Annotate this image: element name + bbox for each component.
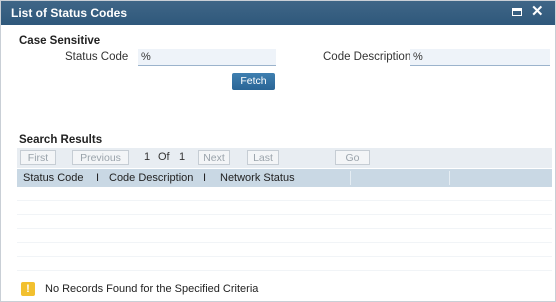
go-button[interactable]: Go xyxy=(335,150,370,165)
results-grid xyxy=(17,187,552,271)
status-codes-window: List of Status Codes ✕ Case Sensitive St… xyxy=(0,0,556,302)
column-header-status-code[interactable]: Status Code xyxy=(23,172,84,184)
total-pages: 1 xyxy=(179,151,186,163)
status-message: No Records Found for the Specified Crite… xyxy=(45,283,259,295)
maximize-icon[interactable] xyxy=(512,8,522,16)
column-separator xyxy=(350,171,351,185)
warning-icon: ! xyxy=(21,282,35,296)
section-title: Search Results xyxy=(19,134,103,146)
close-icon[interactable]: ✕ xyxy=(531,4,544,20)
current-page: 1 xyxy=(144,151,151,163)
fetch-button[interactable]: Fetch xyxy=(232,73,275,90)
next-page-button[interactable]: Next xyxy=(198,150,230,165)
status-bar: ! No Records Found for the Specified Cri… xyxy=(17,279,552,299)
of-label: Of xyxy=(158,151,170,163)
title-bar: List of Status Codes ✕ xyxy=(1,1,555,25)
last-page-button[interactable]: Last xyxy=(247,150,279,165)
status-code-label: Status Code xyxy=(65,51,129,63)
section-title: Case Sensitive xyxy=(19,35,101,47)
results-header-row: Status Code I Code Description I Network… xyxy=(17,169,552,187)
column-separator xyxy=(449,171,450,185)
code-description-label: Code Description xyxy=(323,51,412,63)
first-page-button[interactable]: First xyxy=(20,150,56,165)
previous-page-button[interactable]: Previous xyxy=(72,150,129,165)
status-code-input[interactable] xyxy=(138,49,276,66)
code-description-input[interactable] xyxy=(410,49,550,66)
column-divider: I xyxy=(96,172,100,184)
window-title: List of Status Codes xyxy=(11,6,128,20)
pagination-bar: First Previous 1 Of 1 Next Last Go xyxy=(17,148,552,168)
column-header-network-status[interactable]: Network Status xyxy=(220,172,295,184)
column-header-code-description[interactable]: Code Description xyxy=(109,172,193,184)
column-divider: I xyxy=(203,172,207,184)
